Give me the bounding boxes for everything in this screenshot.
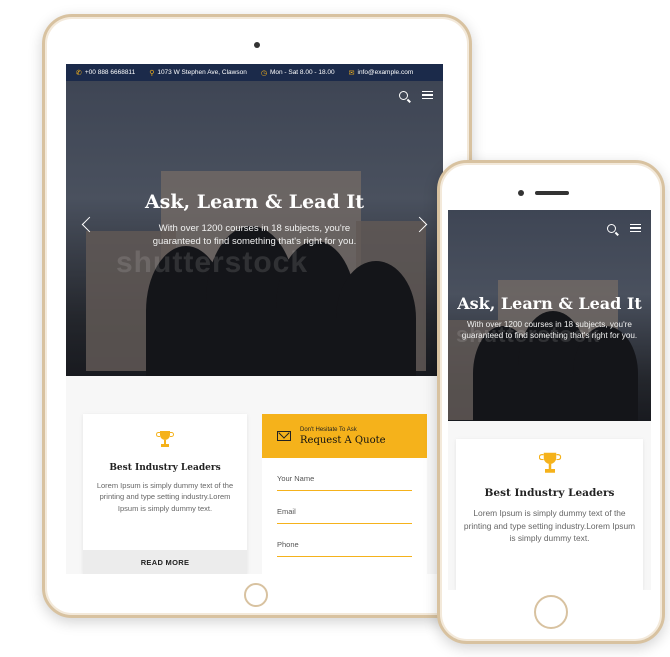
- feature-card: Best Industry Leaders Lorem Ipsum is sim…: [456, 439, 643, 590]
- email-input[interactable]: [277, 507, 412, 516]
- hero-title: Ask, Learn & Lead It: [144, 191, 365, 213]
- phone-device: shutterstock Ask, Learn & Lead It With o…: [437, 160, 665, 644]
- feature-card-title: Best Industry Leaders: [484, 487, 615, 499]
- request-quote-form: Don't Hesitate To Ask Request A Quote: [262, 414, 427, 574]
- watermark: shutterstock: [116, 246, 309, 279]
- email-field: [277, 491, 412, 524]
- phone-home-button[interactable]: [534, 595, 568, 629]
- trophy-icon: [538, 452, 561, 476]
- read-more-button[interactable]: READ MORE: [83, 550, 247, 574]
- topbar-email[interactable]: ✉ info@example.com: [349, 69, 414, 77]
- hero-text: Ask, Learn & Lead It With over 1200 cour…: [66, 191, 443, 249]
- clock-icon: ◷: [260, 69, 267, 77]
- quote-title: Request A Quote: [300, 434, 386, 446]
- trophy-icon: [156, 431, 174, 449]
- hero-title: Ask, Learn & Lead It: [457, 294, 642, 313]
- quote-form-header: Don't Hesitate To Ask Request A Quote: [262, 414, 427, 458]
- tablet-device: ✆ +00 888 6668811 ⚲ 1073 W Stephen Ave, …: [42, 14, 472, 618]
- name-field: [277, 458, 412, 491]
- tablet-screen: ✆ +00 888 6668811 ⚲ 1073 W Stephen Ave, …: [66, 64, 443, 574]
- envelope-icon: ✉: [348, 69, 355, 77]
- hero-slider: shutterstock Ask, Learn & Lead It With o…: [448, 210, 651, 421]
- topbar-hours: ◷ Mon - Sat 8.00 - 18.00: [260, 69, 335, 77]
- features-section: Best Industry Leaders Lorem Ipsum is sim…: [66, 376, 443, 574]
- topbar-phone[interactable]: ✆ +00 888 6668811: [76, 69, 135, 77]
- top-info-bar: ✆ +00 888 6668811 ⚲ 1073 W Stephen Ave, …: [66, 64, 443, 81]
- hamburger-menu-icon[interactable]: [422, 91, 433, 99]
- tablet-home-button[interactable]: [244, 583, 268, 607]
- phone-field: [277, 524, 412, 557]
- feature-card-text: Lorem Ipsum is simply dummy text of the …: [96, 481, 234, 513]
- features-section: Best Industry Leaders Lorem Ipsum is sim…: [448, 421, 651, 590]
- phone-speaker: [535, 191, 569, 195]
- phone-icon: ✆: [76, 69, 82, 77]
- phone-screen: shutterstock Ask, Learn & Lead It With o…: [448, 210, 651, 590]
- hero-slider: shutterstock Ask, Learn & Lead It With o…: [66, 81, 443, 376]
- hero-subtitle: With over 1200 courses in 18 subjects, y…: [152, 223, 357, 248]
- quote-kicker: Don't Hesitate To Ask: [300, 426, 357, 433]
- hero-header-icons: [399, 91, 433, 100]
- search-icon[interactable]: [399, 91, 408, 100]
- feature-card-title: Best Industry Leaders: [109, 463, 221, 473]
- hero-header-icons: [607, 224, 641, 233]
- hero-text: Ask, Learn & Lead It With over 1200 cour…: [448, 294, 651, 342]
- hamburger-menu-icon[interactable]: [630, 224, 641, 232]
- phone-input[interactable]: [277, 540, 412, 549]
- feature-card: Best Industry Leaders Lorem Ipsum is sim…: [83, 414, 247, 574]
- location-pin-icon: ⚲: [149, 69, 155, 77]
- phone-camera: [518, 190, 524, 196]
- topbar-address: ⚲ 1073 W Stephen Ave, Clawson: [149, 69, 247, 77]
- feature-card-text: Lorem Ipsum is simply dummy text of the …: [463, 508, 636, 544]
- search-icon[interactable]: [607, 224, 616, 233]
- hero-subtitle: With over 1200 courses in 18 subjects, y…: [461, 320, 638, 341]
- name-input[interactable]: [277, 474, 412, 483]
- tablet-camera: [254, 42, 260, 48]
- envelope-icon: [277, 431, 291, 441]
